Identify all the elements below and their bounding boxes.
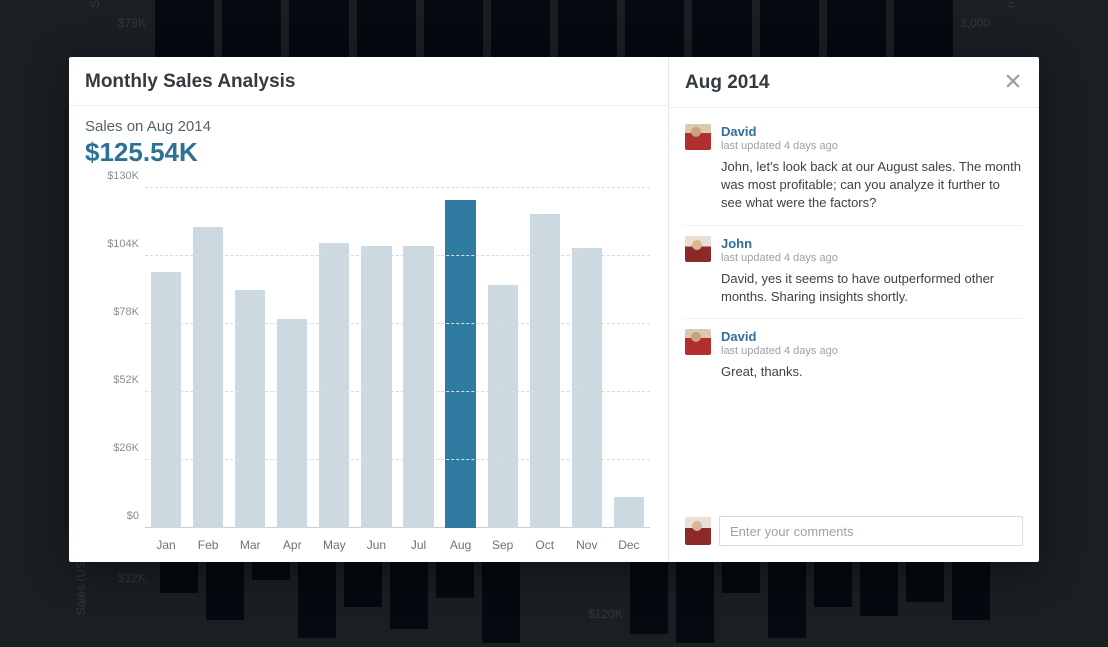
comment-avatar: [685, 124, 711, 150]
chart-x-tick: Mar: [229, 538, 271, 552]
bg-axis-right-label: sold (in u: [1006, 0, 1020, 8]
chart-y-tick: $0: [95, 510, 139, 522]
comment-author[interactable]: David: [721, 124, 1023, 139]
chart-x-tick: Jul: [397, 538, 439, 552]
comment-author[interactable]: David: [721, 329, 1023, 344]
chart-bar[interactable]: [572, 248, 602, 528]
chart-y-tick: $26K: [95, 442, 139, 454]
chart-x-tick: Aug: [440, 538, 482, 552]
chart-bar-slot[interactable]: [313, 188, 355, 528]
chart-bar[interactable]: [530, 214, 560, 528]
chart-bar-slot[interactable]: [608, 188, 650, 528]
monthly-sales-chart: $0$26K$52K$78K$104K$130K JanFebMarAprMay…: [69, 174, 668, 562]
chart-bar[interactable]: [445, 200, 475, 528]
comments-list: Davidlast updated 4 days agoJohn, let's …: [669, 108, 1039, 506]
chart-x-tick: Sep: [482, 538, 524, 552]
chart-gridline: [145, 187, 650, 188]
chart-bar-slot[interactable]: [482, 188, 524, 528]
chart-bar[interactable]: [235, 290, 265, 528]
modal-right-panel: Aug 2014 Davidlast updated 4 days agoJoh…: [669, 57, 1039, 562]
compose-row: [669, 506, 1039, 562]
chart-bar[interactable]: [277, 319, 307, 528]
comment-timestamp: last updated 4 days ago: [721, 345, 1023, 357]
bg-tick-right: 3,000: [960, 16, 990, 30]
selected-sales-value: $125.54K: [85, 137, 652, 168]
comment-body: Johnlast updated 4 days ago David, yes it…: [721, 236, 1023, 306]
comment-input[interactable]: [719, 516, 1023, 546]
chart-gridline: [145, 255, 650, 256]
chart-x-tick: Feb: [187, 538, 229, 552]
chart-y-tick: $52K: [95, 374, 139, 386]
selected-sales-header: Sales on Aug 2014 $125.54K: [69, 106, 668, 174]
chart-bar[interactable]: [193, 227, 223, 528]
chart-bar-slot[interactable]: [145, 188, 187, 528]
comment-author[interactable]: John: [721, 236, 1023, 251]
chart-gridline: [145, 391, 650, 392]
chart-bar-slot[interactable]: [187, 188, 229, 528]
modal-left-panel: Monthly Sales Analysis Sales on Aug 2014…: [69, 57, 669, 562]
chart-bar[interactable]: [151, 272, 181, 528]
chart-x-tick: Oct: [524, 538, 566, 552]
comment-avatar: [685, 236, 711, 262]
chart-x-tick: Apr: [271, 538, 313, 552]
close-icon: [1004, 72, 1022, 95]
chart-x-tick: May: [313, 538, 355, 552]
close-button[interactable]: [1001, 71, 1025, 95]
sales-analysis-modal: Monthly Sales Analysis Sales on Aug 2014…: [69, 57, 1039, 562]
current-user-avatar: [685, 517, 711, 545]
chart-gridline: [145, 323, 650, 324]
comment-text: John, let's look back at our August sale…: [721, 158, 1023, 213]
comment-timestamp: last updated 4 days ago: [721, 140, 1023, 152]
comments-panel-title: Aug 2014: [685, 72, 769, 94]
selected-sales-label: Sales on Aug 2014: [85, 118, 652, 135]
bg-bottom-right-tick: $120K: [588, 607, 623, 621]
chart-x-tick: Jun: [355, 538, 397, 552]
comment: Davidlast updated 4 days ago Great, thank…: [685, 319, 1023, 393]
chart-x-tick: Nov: [566, 538, 608, 552]
chart-bar[interactable]: [319, 243, 349, 528]
comment-text: Great, thanks.: [721, 363, 1023, 381]
chart-bar-slot[interactable]: [271, 188, 313, 528]
chart-x-tick: Jan: [145, 538, 187, 552]
chart-bar[interactable]: [488, 285, 518, 528]
chart-bar-slot[interactable]: [229, 188, 271, 528]
bg-bottom-left-tick: $12K: [118, 571, 146, 585]
modal-title: Monthly Sales Analysis: [69, 57, 668, 106]
bg-tick-left: $78K: [118, 16, 146, 30]
chart-bar-slot[interactable]: [440, 188, 482, 528]
comment-body: Davidlast updated 4 days ago Great, thank…: [721, 329, 1023, 381]
chart-bar[interactable]: [361, 246, 391, 528]
comment-timestamp: last updated 4 days ago: [721, 252, 1023, 264]
chart-bar-slot[interactable]: [566, 188, 608, 528]
comment: Johnlast updated 4 days ago David, yes it…: [685, 226, 1023, 319]
chart-y-tick: $78K: [95, 306, 139, 318]
comment-avatar: [685, 329, 711, 355]
chart-bar[interactable]: [614, 497, 644, 528]
chart-x-tick: Dec: [608, 538, 650, 552]
comment-body: Davidlast updated 4 days ago John, let's …: [721, 124, 1023, 213]
chart-y-tick: $130K: [95, 170, 139, 182]
bg-axis-left-label: S in thous: [88, 0, 102, 8]
chart-bar-slot[interactable]: [524, 188, 566, 528]
chart-bar-slot[interactable]: [355, 188, 397, 528]
chart-y-tick: $104K: [95, 238, 139, 250]
comment: Davidlast updated 4 days ago John, let's …: [685, 114, 1023, 226]
chart-bar-slot[interactable]: [397, 188, 439, 528]
chart-gridline: [145, 459, 650, 460]
chart-bar[interactable]: [403, 246, 433, 528]
comment-text: David, yes it seems to have outperformed…: [721, 270, 1023, 306]
